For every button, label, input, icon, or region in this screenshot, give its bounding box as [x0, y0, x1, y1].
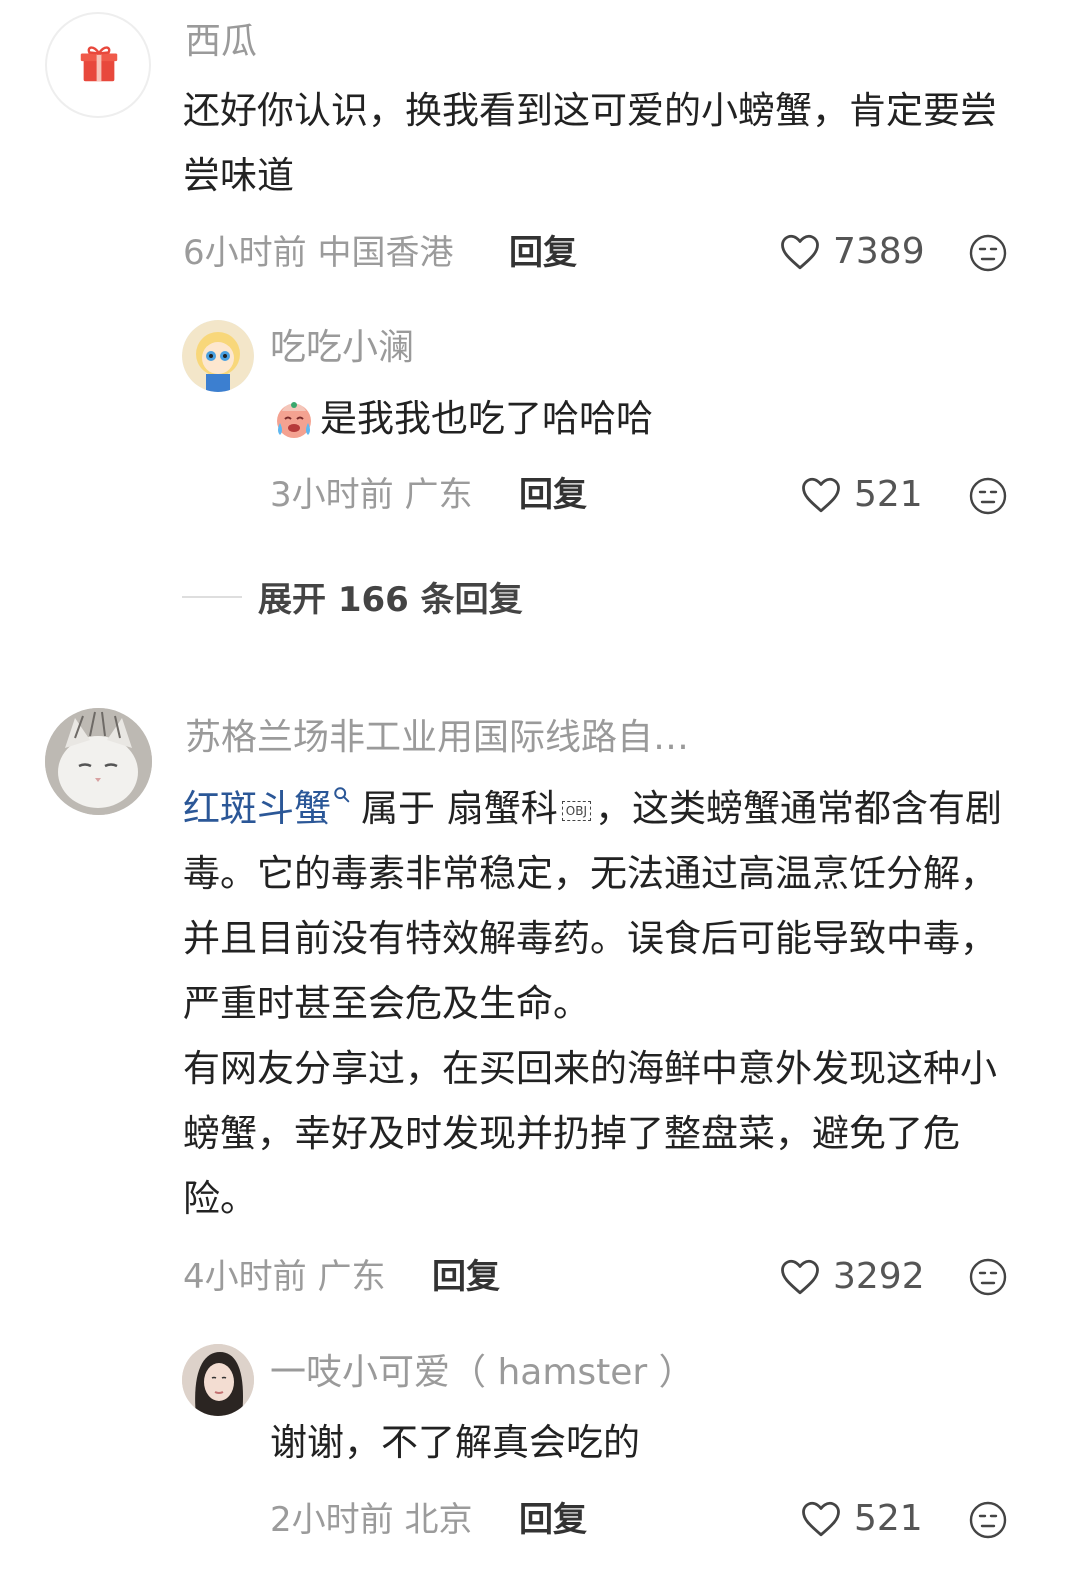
user-photo-icon — [182, 1344, 254, 1416]
comment-text: 红斑斗蟹 属于 扇蟹科 OBJ ，这类螃蟹通常都含有剧毒。它的毒素非常稳定，无法通过高… — [183, 776, 1025, 1231]
crying-face-icon — [277, 402, 311, 438]
comment-username[interactable]: 苏格兰场非工业用国际线路自… — [185, 718, 689, 758]
object-replacement-marker: OBJ — [561, 800, 591, 821]
reply-button[interactable]: 回复 — [519, 1500, 587, 1540]
search-icon[interactable] — [333, 786, 351, 804]
comment-time-location: 6小时前 中国香港 — [183, 233, 454, 273]
like-button[interactable]: 521 — [800, 475, 923, 515]
avatar[interactable] — [45, 12, 151, 118]
heart-icon — [802, 477, 840, 513]
reply-time-location: 3小时前 广东 — [270, 475, 473, 515]
neutral-face-icon[interactable] — [968, 233, 1008, 273]
reply-text: 谢谢，不了解真会吃的 — [270, 1421, 640, 1464]
cartoon-girl-icon — [182, 320, 254, 392]
like-count: 7389 — [833, 231, 925, 272]
reply-username[interactable]: 吃吃小澜 — [270, 328, 414, 368]
like-button[interactable]: 521 — [800, 1499, 923, 1539]
reply-time-location: 2小时前 北京 — [270, 1500, 473, 1540]
topic-link[interactable]: 红斑斗蟹 — [183, 787, 331, 830]
heart-icon — [781, 1259, 819, 1295]
like-count: 521 — [854, 1498, 923, 1539]
comment-username[interactable]: 西瓜 — [185, 22, 257, 62]
reply-button[interactable]: 回复 — [432, 1257, 500, 1297]
like-button[interactable]: 3292 — [779, 1257, 925, 1297]
expand-replies-button[interactable]: 展开 166 条回复 — [182, 572, 523, 621]
like-count: 3292 — [833, 1256, 925, 1297]
avatar[interactable] — [182, 1344, 254, 1416]
neutral-face-icon[interactable] — [968, 476, 1008, 516]
expand-replies-label: 展开 166 条回复 — [258, 580, 523, 620]
heart-icon — [781, 234, 819, 270]
avatar[interactable] — [45, 708, 152, 815]
reply-button[interactable]: 回复 — [519, 475, 587, 515]
cat-photo-icon — [45, 708, 152, 815]
avatar[interactable] — [182, 320, 254, 392]
like-count: 521 — [854, 474, 923, 515]
comment-text-segment: 属于 扇蟹科 — [361, 787, 558, 830]
comment-text-paragraph: 有网友分享过，在买回来的海鲜中意外发现这种小螃蟹，幸好及时发现并扔掉了整盘菜，避… — [183, 1047, 997, 1220]
heart-icon — [802, 1501, 840, 1537]
neutral-face-icon[interactable] — [968, 1257, 1008, 1297]
divider — [182, 595, 242, 598]
gift-icon — [80, 46, 118, 82]
reply-button[interactable]: 回复 — [509, 233, 577, 273]
neutral-face-icon[interactable] — [968, 1500, 1008, 1540]
like-button[interactable]: 7389 — [779, 232, 925, 272]
reply-text: 是我我也吃了哈哈哈 — [320, 397, 653, 440]
reply-username[interactable]: 一吱小可爱（ hamster ） — [270, 1353, 695, 1393]
comment-time-location: 4小时前 广东 — [183, 1257, 386, 1297]
comment-text: 还好你认识，换我看到这可爱的小螃蟹，肯定要尝尝味道 — [183, 89, 997, 197]
